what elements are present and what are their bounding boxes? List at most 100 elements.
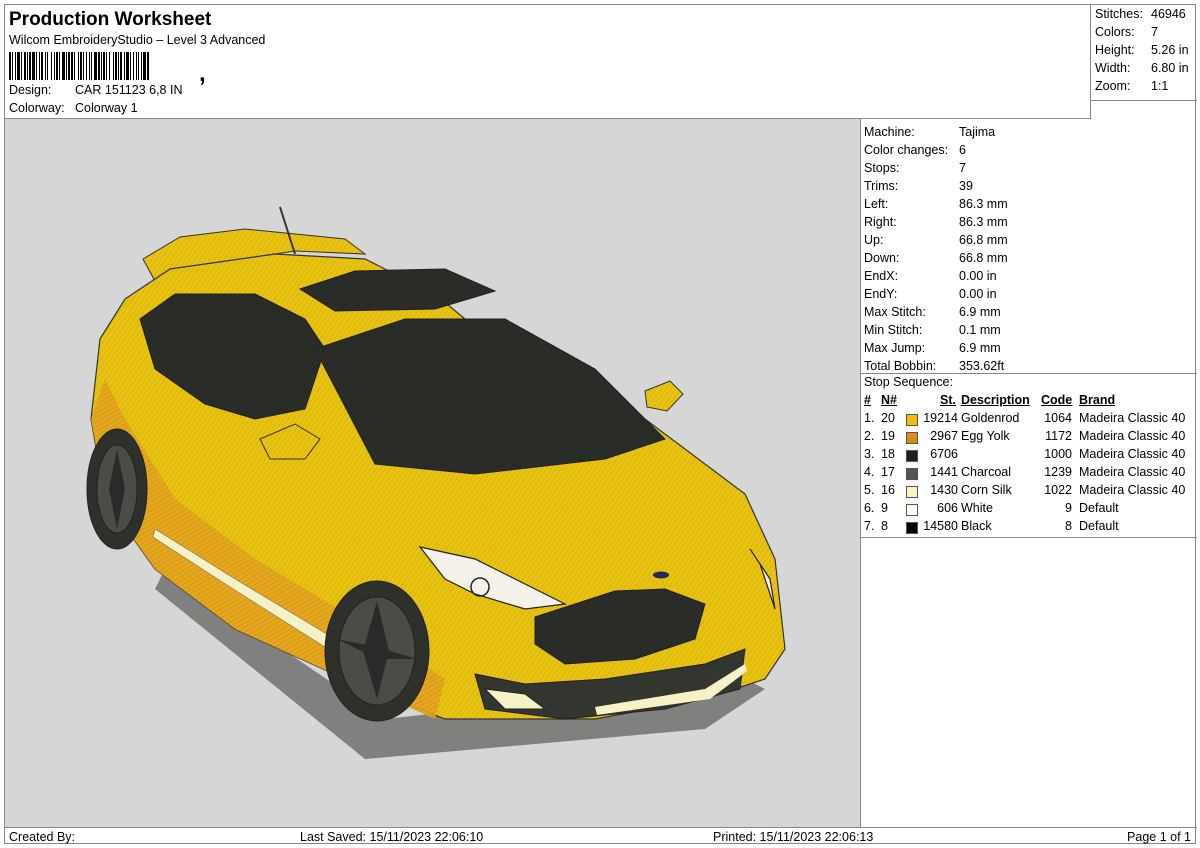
machine-info-row: Min Stitch: 0.1 mm (864, 321, 1001, 339)
machine-info-value: Tajima (959, 125, 996, 139)
last-saved: Last Saved: 15/11/2023 22:06:10 (300, 830, 484, 844)
thread-description: Goldenrod (961, 411, 1020, 425)
section-divider (861, 373, 1197, 374)
machine-info-label: Max Stitch: (864, 305, 926, 319)
rear-wheel (86, 428, 148, 550)
zoom-row: Zoom: 1:1 (1095, 79, 1168, 93)
stitch-count: 1430 (930, 483, 958, 497)
machine-info-value: 66.8 mm (959, 233, 1008, 247)
thread-brand: Madeira Classic 40 (1079, 429, 1186, 443)
row-number: 1. (864, 411, 875, 425)
machine-info-value: 6.9 mm (959, 341, 1001, 355)
design-barcode: , (9, 52, 277, 87)
machine-info-value: 6 (959, 143, 966, 157)
stitch-count: 19214 (923, 411, 958, 425)
header-brand: Brand (1079, 393, 1116, 407)
needle-number: 19 (881, 429, 895, 443)
row-number: 5. (864, 483, 875, 497)
header-code: Code (1041, 393, 1073, 407)
stitch-count: 6706 (930, 447, 958, 461)
thread-color-swatch (906, 414, 918, 426)
colors-label: Colors: (1095, 25, 1135, 39)
needle-number: 20 (881, 411, 895, 425)
machine-info-value: 6.9 mm (959, 305, 1001, 319)
thread-color-swatch (906, 522, 918, 534)
machine-info-label: Left: (864, 197, 889, 211)
stitch-count: 606 (937, 501, 958, 515)
needle-number: 17 (881, 465, 895, 479)
colorway-row: Colorway: Colorway 1 (9, 101, 138, 115)
machine-info-row: Left: 86.3 mm (864, 195, 1008, 213)
stitches-value: 46946 (1151, 7, 1186, 21)
page-title: Production Worksheet (9, 9, 212, 30)
row-number: 7. (864, 519, 875, 533)
software-name: Wilcom EmbroideryStudio – Level 3 Advanc… (9, 33, 266, 47)
machine-info-value: 0.1 mm (959, 323, 1001, 337)
width-value: 6.80 in (1151, 61, 1189, 75)
zoom-label: Zoom: (1095, 79, 1131, 93)
thread-description: Egg Yolk (961, 429, 1010, 443)
machine-info-value: 353.62ft (959, 359, 1005, 373)
thread-code: 1064 (1044, 411, 1072, 425)
front-wheel (324, 580, 430, 722)
barcode-separator: , (199, 60, 206, 87)
colors-value: 7 (1151, 25, 1158, 39)
header-num: # (864, 393, 871, 407)
machine-info-row: Color changes: 6 (864, 141, 966, 159)
stop-sequence-title: Stop Sequence: (864, 375, 953, 389)
machine-info-value: 66.8 mm (959, 251, 1008, 265)
design-label: Design: (9, 83, 52, 97)
thread-brand: Madeira Classic 40 (1079, 483, 1186, 497)
zoom-value: 1:1 (1151, 79, 1169, 93)
thread-description: Black (961, 519, 992, 533)
machine-info-label: Stops: (864, 161, 900, 175)
machine-info-label: Up: (864, 233, 884, 247)
needle-number: 8 (881, 519, 888, 533)
thread-color-swatch (906, 486, 918, 498)
machine-info-label: Trims: (864, 179, 899, 193)
machine-info-label: Down: (864, 251, 900, 265)
stitch-count: 1441 (930, 465, 958, 479)
machine-info-row: Max Stitch: 6.9 mm (864, 303, 1001, 321)
thread-code: 8 (1065, 519, 1072, 533)
thread-color-swatch (906, 432, 918, 444)
machine-info-value: 7 (959, 161, 966, 175)
thread-color-swatch (906, 468, 918, 480)
design-row: Design: CAR 151123 6,8 IN (9, 83, 182, 97)
machine-info-row: Right: 86.3 mm (864, 213, 1008, 231)
row-number: 3. (864, 447, 875, 461)
machine-info-row: EndY: 0.00 in (864, 285, 997, 303)
machine-info-row: Max Jump: 6.9 mm (864, 339, 1001, 357)
thread-code: 1172 (1045, 429, 1072, 443)
machine-info-label: Max Jump: (864, 341, 926, 355)
row-number: 6. (864, 501, 875, 515)
thread-description: Corn Silk (961, 483, 1012, 497)
design-stats: Stitches: 46946 Colors: 7 Height: 5.26 in W… (1091, 5, 1197, 101)
colorway-value: Colorway 1 (75, 101, 138, 115)
machine-info-value: 86.3 mm (959, 215, 1008, 229)
row-number: 4. (864, 465, 875, 479)
thread-brand: Madeira Classic 40 (1079, 465, 1186, 479)
thread-code: 1000 (1044, 447, 1072, 461)
page-number: Page 1 of 1 (1127, 830, 1191, 844)
car-embroidery-image (86, 206, 786, 759)
needle-number: 16 (881, 483, 895, 497)
machine-info-value: 0.00 in (959, 269, 997, 283)
thread-code: 1239 (1044, 465, 1072, 479)
height-row: Height: 5.26 in (1095, 43, 1189, 57)
machine-info-row: Up: 66.8 mm (864, 231, 1008, 249)
thread-code: 9 (1065, 501, 1072, 515)
design-preview (5, 119, 861, 827)
machine-info-label: Min Stitch: (864, 323, 923, 337)
design-value: CAR 151123 6,8 IN (75, 83, 183, 97)
header-stitches: St. (940, 393, 956, 407)
colorway-label: Colorway: (9, 101, 65, 115)
height-value: 5.26 in (1151, 43, 1189, 57)
thread-brand: Madeira Classic 40 (1079, 447, 1186, 461)
section-divider (861, 537, 1197, 538)
created-by: Created By: (9, 830, 76, 844)
width-label: Width: (1095, 61, 1131, 75)
machine-info-row: Down: 66.8 mm (864, 249, 1008, 267)
machine-info-label: Color changes: (864, 143, 949, 157)
width-row: Width: 6.80 in (1095, 61, 1189, 75)
